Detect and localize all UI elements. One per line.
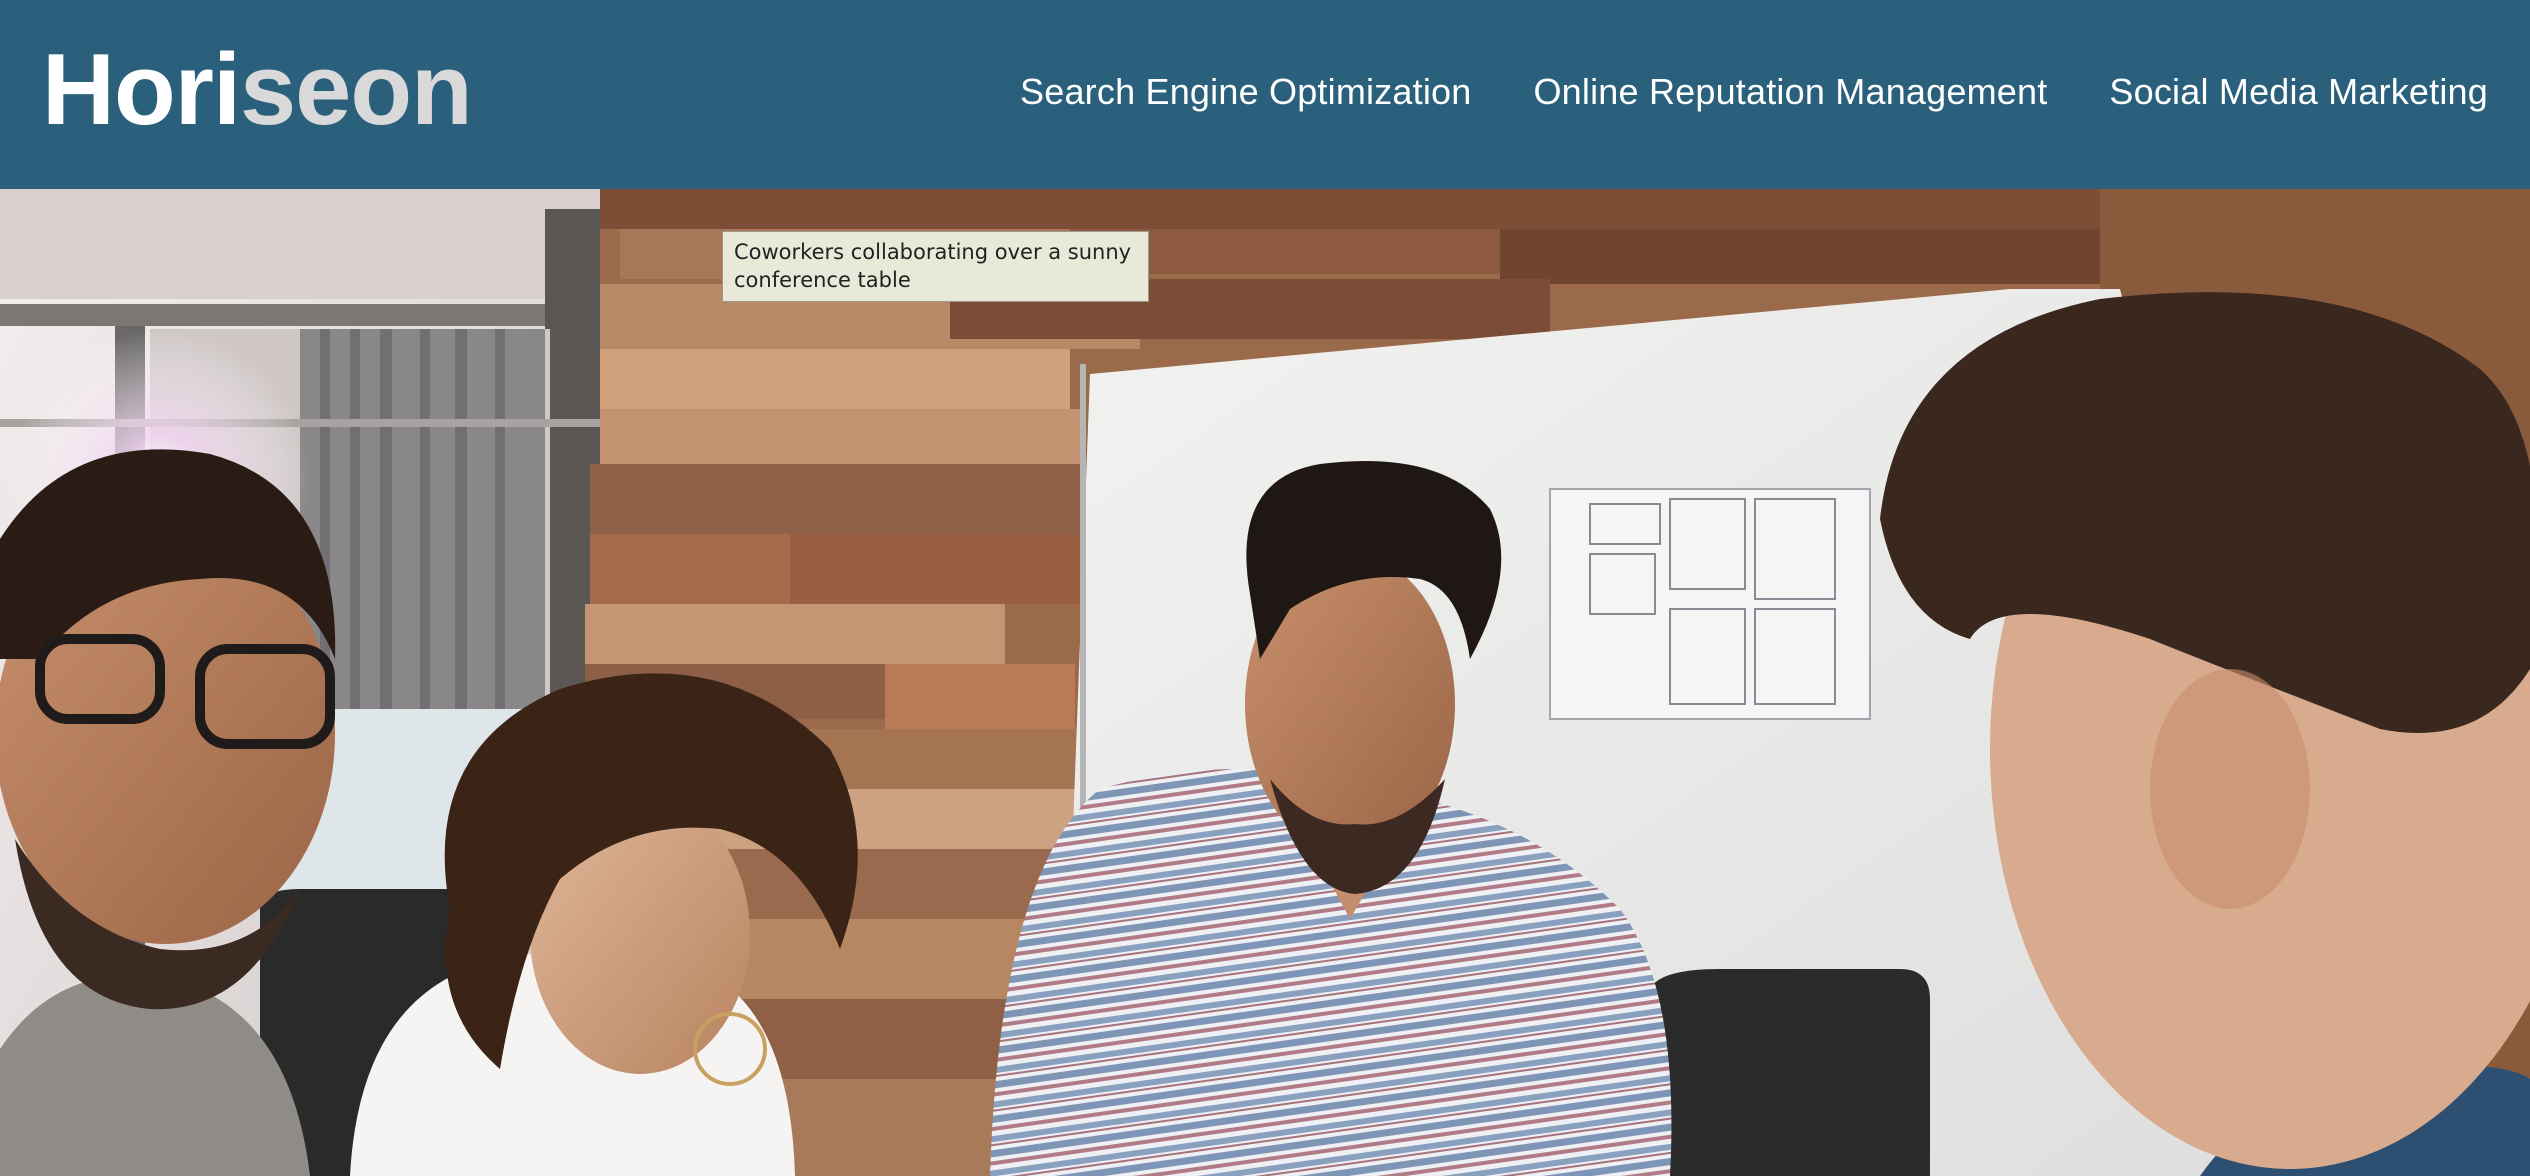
nav-link-seo[interactable]: Search Engine Optimization [1020, 71, 1471, 113]
site-header: Horiseon Search Engine Optimization Onli… [0, 0, 2530, 189]
whiteboard-sketch [1549, 488, 1871, 720]
logo-text-primary: Hori [42, 34, 241, 146]
nav-link-reputation-management[interactable]: Online Reputation Management [1533, 71, 2047, 113]
main-nav: Search Engine Optimization Online Reputa… [1020, 71, 2488, 113]
hero-image [0, 189, 2530, 1176]
nav-link-social-media-marketing[interactable]: Social Media Marketing [2109, 71, 2488, 113]
image-tooltip: Coworkers collaborating over a sunny con… [722, 231, 1149, 302]
logo-text-accent: seon [240, 34, 473, 146]
site-logo[interactable]: Horiseon [42, 40, 473, 141]
hero-photo [0, 189, 2530, 1176]
